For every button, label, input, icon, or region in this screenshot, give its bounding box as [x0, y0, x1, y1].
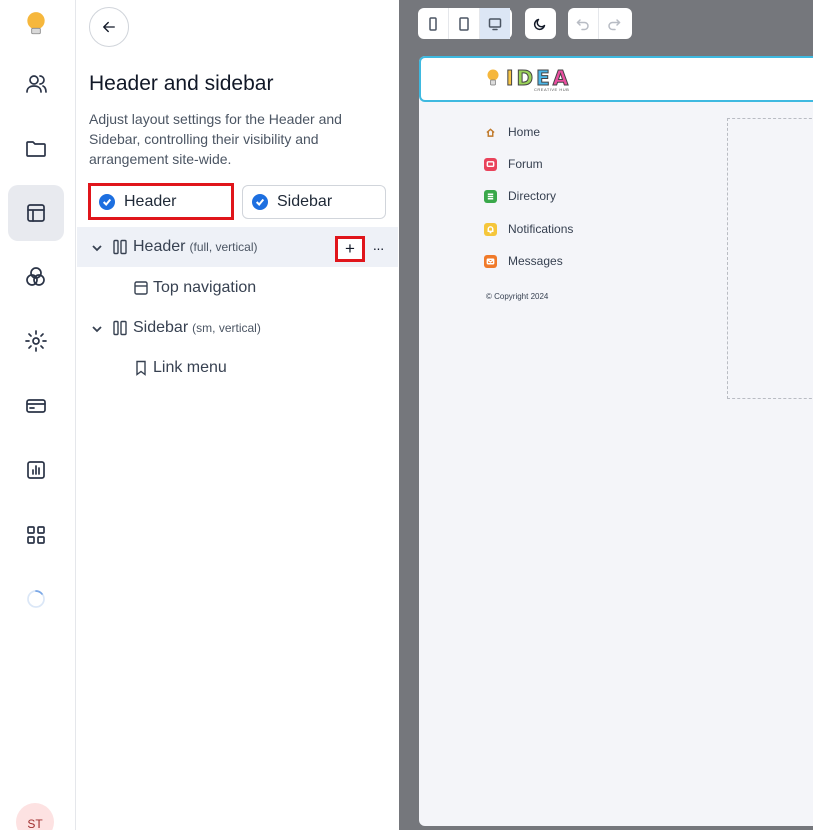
- app-rail: ST: [0, 0, 76, 830]
- monitor-icon: [488, 17, 502, 30]
- app-logo-icon[interactable]: [8, 0, 64, 52]
- columns-icon: [113, 320, 127, 336]
- tree-node-label: Header: [133, 238, 186, 255]
- nav-item-forum[interactable]: Forum: [484, 155, 543, 173]
- settings-panel: Header and sidebar Adjust layout setting…: [77, 0, 398, 830]
- phone-icon: [429, 16, 437, 31]
- checkbox-checked-icon: [252, 194, 268, 210]
- tree-node-label: Sidebar: [133, 319, 189, 336]
- header-highlight: [88, 183, 234, 220]
- tree-node-meta: (sm, vertical): [192, 321, 261, 335]
- more-options-button[interactable]: ···: [370, 238, 386, 258]
- tablet-icon: [459, 16, 469, 31]
- bookmark-icon: [134, 360, 148, 376]
- undo-icon: [576, 18, 589, 30]
- chat-icon: [484, 157, 497, 171]
- list-icon: [484, 189, 497, 203]
- nav-item-label: Notifications: [508, 222, 574, 236]
- tree-node-link-menu[interactable]: Link menu: [77, 348, 398, 388]
- loading-icon: [8, 571, 64, 627]
- sidebar-checkbox-label: Sidebar: [277, 193, 333, 210]
- add-child-button[interactable]: +: [335, 236, 365, 262]
- layout-icon[interactable]: [8, 185, 64, 241]
- tree-node-label: Top navigation: [153, 279, 257, 296]
- nav-item-label: Directory: [508, 189, 557, 203]
- chevron-down-icon[interactable]: [91, 241, 103, 253]
- chevron-down-icon[interactable]: [91, 322, 103, 334]
- nav-item-directory[interactable]: Directory: [484, 187, 556, 205]
- redo-button[interactable]: [599, 8, 629, 39]
- appearance-icon[interactable]: [8, 249, 64, 305]
- page-description: Adjust layout settings for the Header an…: [89, 111, 342, 167]
- mobile-view-button[interactable]: [418, 8, 448, 39]
- device-switcher: [418, 8, 512, 39]
- avatar[interactable]: ST: [16, 803, 54, 830]
- panel-icon: [134, 280, 148, 296]
- tree-node-top-navigation[interactable]: Top navigation: [77, 268, 398, 308]
- tree-node-meta: (full, vertical): [189, 240, 258, 254]
- mail-icon: [484, 254, 497, 268]
- moon-icon: [533, 18, 546, 30]
- folder-icon[interactable]: [8, 121, 64, 177]
- nav-item-notifications[interactable]: Notifications: [484, 220, 573, 238]
- history-controls: [568, 8, 632, 39]
- avatar-initials: ST: [27, 817, 43, 830]
- members-icon[interactable]: [8, 56, 64, 112]
- logo-letter: I: [505, 66, 517, 91]
- redo-icon: [608, 18, 621, 30]
- page-title: Header and sidebar: [89, 72, 274, 95]
- back-button[interactable]: [89, 7, 129, 47]
- arrow-left-icon: [103, 21, 115, 33]
- preview-header[interactable]: [419, 56, 813, 102]
- tree-node-label: Link menu: [153, 359, 227, 376]
- dark-mode-button[interactable]: [525, 8, 555, 39]
- card-icon[interactable]: [8, 378, 64, 434]
- logo-subtitle: CREATIVE HUB: [534, 87, 570, 92]
- home-icon: [484, 126, 497, 139]
- nav-item-label: Forum: [508, 157, 543, 171]
- bell-icon: [484, 222, 497, 236]
- tree-node-sidebar[interactable]: Sidebar (sm, vertical): [77, 308, 398, 348]
- nav-item-label: Messages: [508, 254, 563, 268]
- copyright-text: © Copyright 2024: [486, 292, 549, 301]
- theme-toggle[interactable]: [525, 8, 556, 39]
- columns-icon: [113, 239, 127, 255]
- apps-icon[interactable]: [8, 507, 64, 563]
- lightbulb-icon: [487, 69, 499, 86]
- sidebar-checkbox[interactable]: Sidebar: [242, 185, 386, 219]
- nav-item-label: Home: [508, 125, 541, 139]
- nav-item-home[interactable]: Home: [484, 123, 540, 141]
- tablet-view-button[interactable]: [449, 8, 479, 39]
- gear-icon[interactable]: [8, 313, 64, 369]
- nav-item-messages[interactable]: Messages: [484, 252, 563, 270]
- content-placeholder: [727, 118, 813, 399]
- analytics-icon[interactable]: [8, 442, 64, 498]
- undo-button[interactable]: [568, 8, 598, 39]
- desktop-view-button[interactable]: [480, 8, 510, 39]
